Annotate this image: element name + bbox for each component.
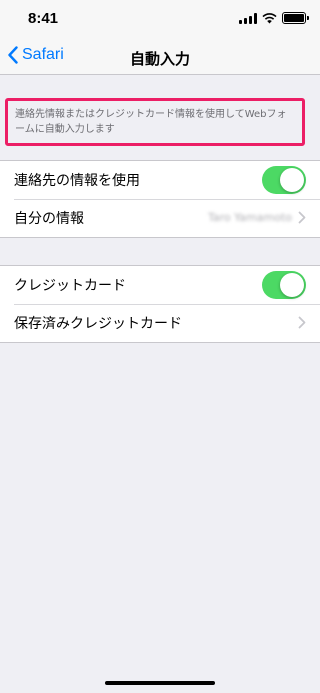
cellular-signal-icon	[239, 12, 257, 24]
section-description: 連絡先情報またはクレジットカード情報を使用してWebフォームに自動入力します	[5, 98, 305, 146]
my-info-label: 自分の情報	[14, 211, 84, 227]
my-info-row[interactable]: 自分の情報 Taro Yamamoto	[0, 199, 320, 237]
credit-card-settings-group: クレジットカード 保存済みクレジットカード	[0, 265, 320, 343]
credit-card-row: クレジットカード	[0, 266, 320, 304]
credit-card-toggle[interactable]	[262, 271, 306, 299]
status-time: 8:41	[28, 10, 59, 27]
navigation-bar: Safari 自動入力	[0, 40, 320, 75]
toggle-knob	[280, 168, 304, 192]
chevron-right-icon	[298, 211, 306, 224]
use-contact-info-label: 連絡先の情報を使用	[14, 173, 140, 189]
wifi-icon	[262, 12, 277, 23]
battery-icon	[282, 12, 309, 24]
credit-card-label: クレジットカード	[14, 278, 126, 294]
saved-credit-cards-row[interactable]: 保存済みクレジットカード	[0, 304, 320, 342]
page-title: 自動入力	[129, 50, 190, 68]
toggle-knob	[280, 273, 304, 297]
use-contact-info-row: 連絡先の情報を使用	[0, 161, 320, 199]
use-contact-info-toggle[interactable]	[262, 166, 306, 194]
status-bar: 8:41	[0, 0, 320, 40]
home-indicator[interactable]	[105, 681, 215, 685]
status-icons	[239, 12, 309, 24]
my-info-value: Taro Yamamoto	[207, 211, 292, 224]
saved-credit-cards-label: 保存済みクレジットカード	[14, 316, 182, 332]
chevron-right-icon	[298, 316, 306, 329]
contact-settings-group: 連絡先の情報を使用 自分の情報 Taro Yamamoto	[0, 160, 320, 238]
